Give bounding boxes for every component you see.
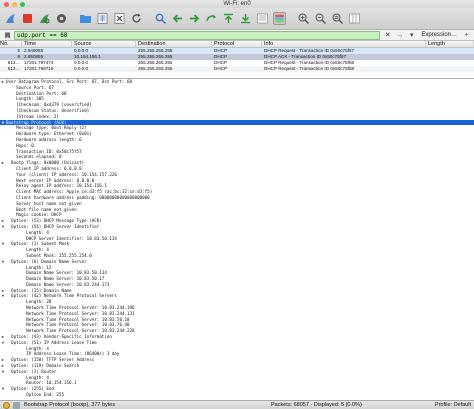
resize-columns-icon (349, 13, 360, 24)
first-packet-button[interactable] (222, 12, 235, 25)
capture-options-button[interactable] (55, 12, 68, 25)
recent-filters-icon[interactable]: ▾ (407, 31, 416, 40)
status-profile[interactable]: Profile: Default (411, 402, 471, 408)
zoom-out-icon (315, 13, 326, 24)
save-file-button[interactable] (96, 12, 109, 25)
expression-button[interactable]: Expression… (419, 32, 459, 38)
window-title: Wi-Fi: en0 (223, 1, 251, 7)
normal-size-button[interactable] (331, 12, 344, 25)
search-icon (155, 13, 167, 25)
display-filter-bar: udp.port == 68 ✕ → ▾ Expression… + (0, 30, 474, 41)
packet-details-pane[interactable]: ▶ User Datagram Protocol, Src Port: 67, D… (0, 79, 474, 400)
go-to-packet-button[interactable] (205, 12, 218, 25)
close-file-button[interactable] (113, 12, 126, 25)
column-length[interactable]: Length (426, 41, 474, 47)
status-bar: Bootstrap Protocol (bootp), 377 bytes Pa… (0, 400, 474, 409)
colorize-button[interactable] (273, 12, 286, 25)
open-file-button[interactable] (79, 12, 92, 25)
column-protocol[interactable]: Protocol (212, 41, 262, 47)
packet-list[interactable]: No. Time Source Destination Protocol Inf… (0, 41, 474, 79)
stop-capture-button[interactable] (21, 12, 34, 25)
restart-capture-button[interactable] (38, 12, 51, 25)
add-filter-button-icon[interactable]: + (462, 31, 471, 40)
find-packet-button[interactable] (154, 12, 167, 25)
close-file-icon (114, 13, 125, 24)
packet-cell-info: DHCP Request - Transaction ID 0x50c75f58 (264, 66, 355, 71)
packet-cell-dst: 255.255.255.255 (138, 66, 173, 71)
first-packet-icon (224, 13, 233, 23)
packet-row[interactable]: 613… 17201.799719 0.0.0.0 255.255.255.255 DH… (0, 66, 474, 72)
packet-cell-proto: DHCP (214, 66, 228, 71)
detail-tree-item[interactable]: Option End: 255 (0, 392, 474, 398)
packet-cell-time: 17201.799719 (24, 66, 54, 71)
list-icon (257, 13, 268, 24)
zoom-reset-icon (332, 13, 343, 24)
file-grid-icon (97, 13, 108, 24)
gear-icon (57, 14, 66, 23)
reload-file-button[interactable] (130, 12, 143, 25)
status-field-info: Bootstrap Protocol (bootp), 377 bytes (24, 402, 116, 408)
display-filter-input[interactable]: udp.port == 68 (14, 30, 381, 40)
packet-list-header: No. Time Source Destination Protocol Inf… (0, 41, 474, 48)
minimize-window-button[interactable] (12, 1, 17, 7)
column-source[interactable]: Source (72, 41, 136, 47)
reload-icon (132, 13, 141, 23)
zoom-in-button[interactable] (297, 12, 310, 25)
packet-cell-no: 613… (7, 66, 20, 71)
packet-cell-len (426, 66, 474, 72)
expert-info-icon[interactable] (3, 401, 10, 409)
capture-comment-icon[interactable] (13, 401, 20, 409)
restart-fin-icon (40, 14, 50, 24)
bookmark-icon[interactable] (3, 31, 11, 39)
status-packet-counts: Packets: 68057 · Displayed: 5 (0.0%) (271, 402, 362, 408)
jump-icon (206, 15, 216, 22)
column-no[interactable]: No. (0, 41, 22, 47)
go-forward-button[interactable] (188, 12, 201, 25)
title-bar: Wi-Fi: en0 (0, 0, 474, 8)
zoom-window-button[interactable] (20, 1, 25, 7)
column-time[interactable]: Time (22, 41, 72, 47)
shark-fin-icon (6, 14, 15, 23)
window-controls (4, 1, 25, 7)
start-capture-button[interactable] (4, 12, 17, 25)
zoom-out-button[interactable] (314, 12, 327, 25)
column-info[interactable]: Info (262, 41, 426, 47)
zoom-in-icon (298, 13, 309, 24)
colorize-icon (275, 14, 284, 23)
arrow-right-icon (190, 14, 200, 23)
last-packet-button[interactable] (239, 12, 252, 25)
folder-icon (80, 15, 91, 23)
main-toolbar (0, 8, 474, 30)
apply-filter-icon[interactable]: → (395, 31, 404, 40)
stop-icon (23, 14, 32, 23)
packet-cell-src: 0.0.0.0 (74, 66, 89, 71)
clear-filter-icon[interactable]: ✕ (383, 31, 392, 40)
arrow-left-icon (172, 14, 182, 23)
column-destination[interactable]: Destination (136, 41, 212, 47)
go-back-button[interactable] (171, 12, 184, 25)
resize-columns-button[interactable] (348, 12, 361, 25)
auto-scroll-button[interactable] (256, 12, 269, 25)
last-packet-icon (241, 14, 250, 24)
close-window-button[interactable] (4, 1, 9, 7)
detail-text: Option End: 255 (6, 392, 64, 398)
